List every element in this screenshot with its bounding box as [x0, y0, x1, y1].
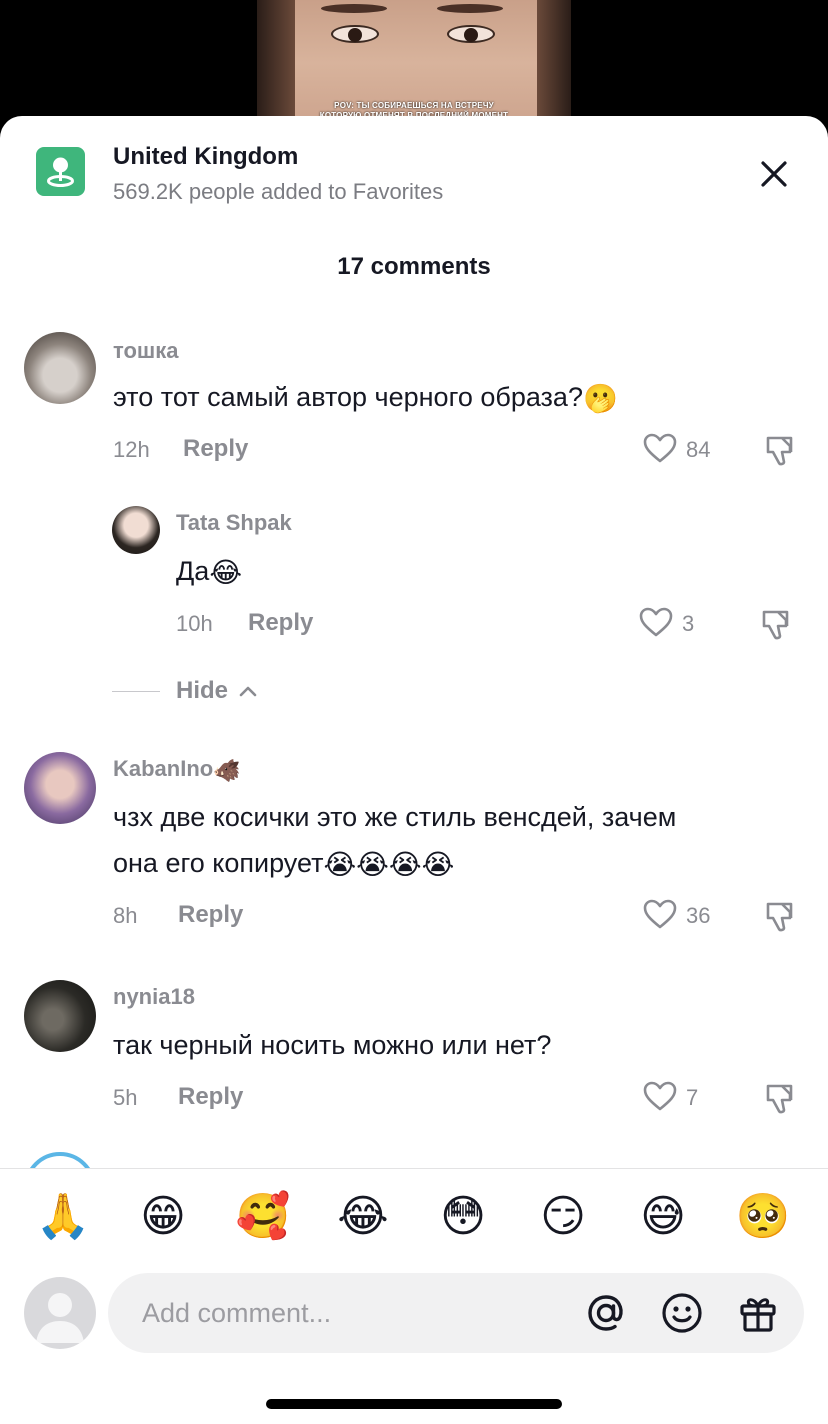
- avatar[interactable]: [24, 332, 96, 404]
- like-heart-icon[interactable]: [638, 606, 674, 638]
- close-button[interactable]: [752, 152, 796, 196]
- quick-emoji-smirk[interactable]: 😏: [533, 1187, 593, 1247]
- like-heart-icon[interactable]: [642, 1080, 678, 1112]
- reply-button[interactable]: Reply: [178, 1083, 243, 1111]
- hide-replies-button[interactable]: Hide: [176, 677, 228, 705]
- close-icon: [761, 161, 787, 187]
- quick-emoji-sweat-smile[interactable]: 😅: [633, 1187, 693, 1247]
- quick-emoji-hearts[interactable]: 🥰: [233, 1187, 293, 1247]
- comment-input[interactable]: [142, 1293, 562, 1333]
- comment-time: 10h: [176, 611, 213, 636]
- comment-text: чзх две косички это же стиль венсдей, за…: [113, 802, 677, 832]
- hide-divider: [112, 691, 160, 692]
- dislike-icon[interactable]: [762, 898, 798, 934]
- my-avatar[interactable]: [24, 1277, 96, 1349]
- reply-button[interactable]: Reply: [178, 901, 243, 929]
- comment-username[interactable]: тошка: [113, 338, 179, 364]
- home-indicator[interactable]: [266, 1399, 562, 1409]
- like-count: 7: [686, 1085, 699, 1110]
- location-subtitle: 569.2K people added to Favorites: [113, 179, 444, 204]
- quick-emoji-row: 🙏 😁 🥰 😂 😳 😏 😅 🥺: [0, 1187, 828, 1247]
- chevron-up-icon: [239, 686, 257, 697]
- mention-icon[interactable]: [584, 1291, 628, 1335]
- comment-input-box[interactable]: [108, 1273, 804, 1353]
- dislike-icon[interactable]: [758, 606, 794, 642]
- comment-text: это тот самый автор черного образа?🫢: [113, 382, 618, 415]
- gift-icon[interactable]: [736, 1291, 780, 1335]
- comment-text: она его копирует😭😭😭😭: [113, 848, 455, 881]
- dislike-icon[interactable]: [762, 432, 798, 468]
- reply-button[interactable]: Reply: [183, 435, 248, 463]
- default-avatar-icon: [36, 1293, 84, 1343]
- quick-emoji-pleading[interactable]: 🥺: [733, 1187, 793, 1247]
- emoji-icon[interactable]: [660, 1291, 704, 1335]
- comment-text: так черный носить можно или нет?: [113, 1030, 552, 1060]
- quick-emoji-joy[interactable]: 😂: [333, 1187, 393, 1247]
- like-count: 36: [686, 903, 711, 928]
- reply-button[interactable]: Reply: [248, 609, 313, 637]
- location-header[interactable]: United Kingdom 569.2K people added to Fa…: [0, 116, 828, 236]
- quick-emoji-pray[interactable]: 🙏: [33, 1187, 93, 1247]
- comment-time: 8h: [113, 903, 138, 928]
- comment-username[interactable]: nynia18: [113, 984, 195, 1010]
- like-count: 3: [682, 611, 695, 636]
- comment-time: 12h: [113, 437, 150, 462]
- comment-username[interactable]: Tata Shpak: [176, 510, 292, 536]
- map-pin-icon: [36, 147, 85, 196]
- dislike-icon[interactable]: [762, 1080, 798, 1116]
- comment-text: Да😂: [176, 556, 243, 589]
- comment-username[interactable]: KabanIno🐗: [113, 756, 241, 784]
- quick-emoji-flushed[interactable]: 😳: [433, 1187, 493, 1247]
- comment-time: 5h: [113, 1085, 138, 1110]
- avatar[interactable]: [24, 980, 96, 1052]
- avatar[interactable]: [112, 506, 160, 554]
- like-heart-icon[interactable]: [642, 432, 678, 464]
- comment-composer: 🙏 😁 🥰 😂 😳 😏 😅 🥺: [0, 1168, 828, 1424]
- comments-count: 17 comments: [337, 253, 491, 280]
- comments-sheet: United Kingdom 569.2K people added to Fa…: [0, 116, 828, 1424]
- avatar[interactable]: [24, 752, 96, 824]
- like-heart-icon[interactable]: [642, 898, 678, 930]
- location-title: United Kingdom: [113, 143, 299, 170]
- quick-emoji-grin[interactable]: 😁: [133, 1187, 193, 1247]
- like-count: 84: [686, 437, 711, 462]
